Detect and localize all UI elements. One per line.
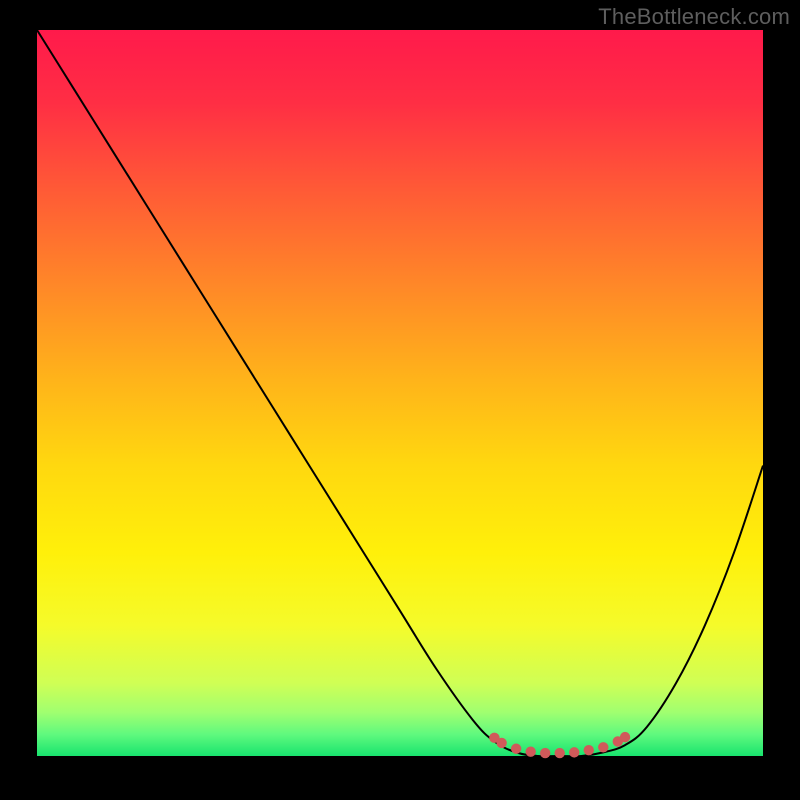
optimal-marker [569, 747, 579, 757]
bottleneck-chart [0, 0, 800, 800]
optimal-marker [525, 746, 535, 756]
optimal-marker [598, 742, 608, 752]
optimal-marker [620, 732, 630, 742]
chart-frame: { "watermark": "TheBottleneck.com", "col… [0, 0, 800, 800]
optimal-marker [584, 745, 594, 755]
optimal-marker [511, 744, 521, 754]
plot-gradient-area [37, 30, 763, 756]
optimal-marker [555, 748, 565, 758]
optimal-marker [496, 738, 506, 748]
optimal-marker [540, 748, 550, 758]
